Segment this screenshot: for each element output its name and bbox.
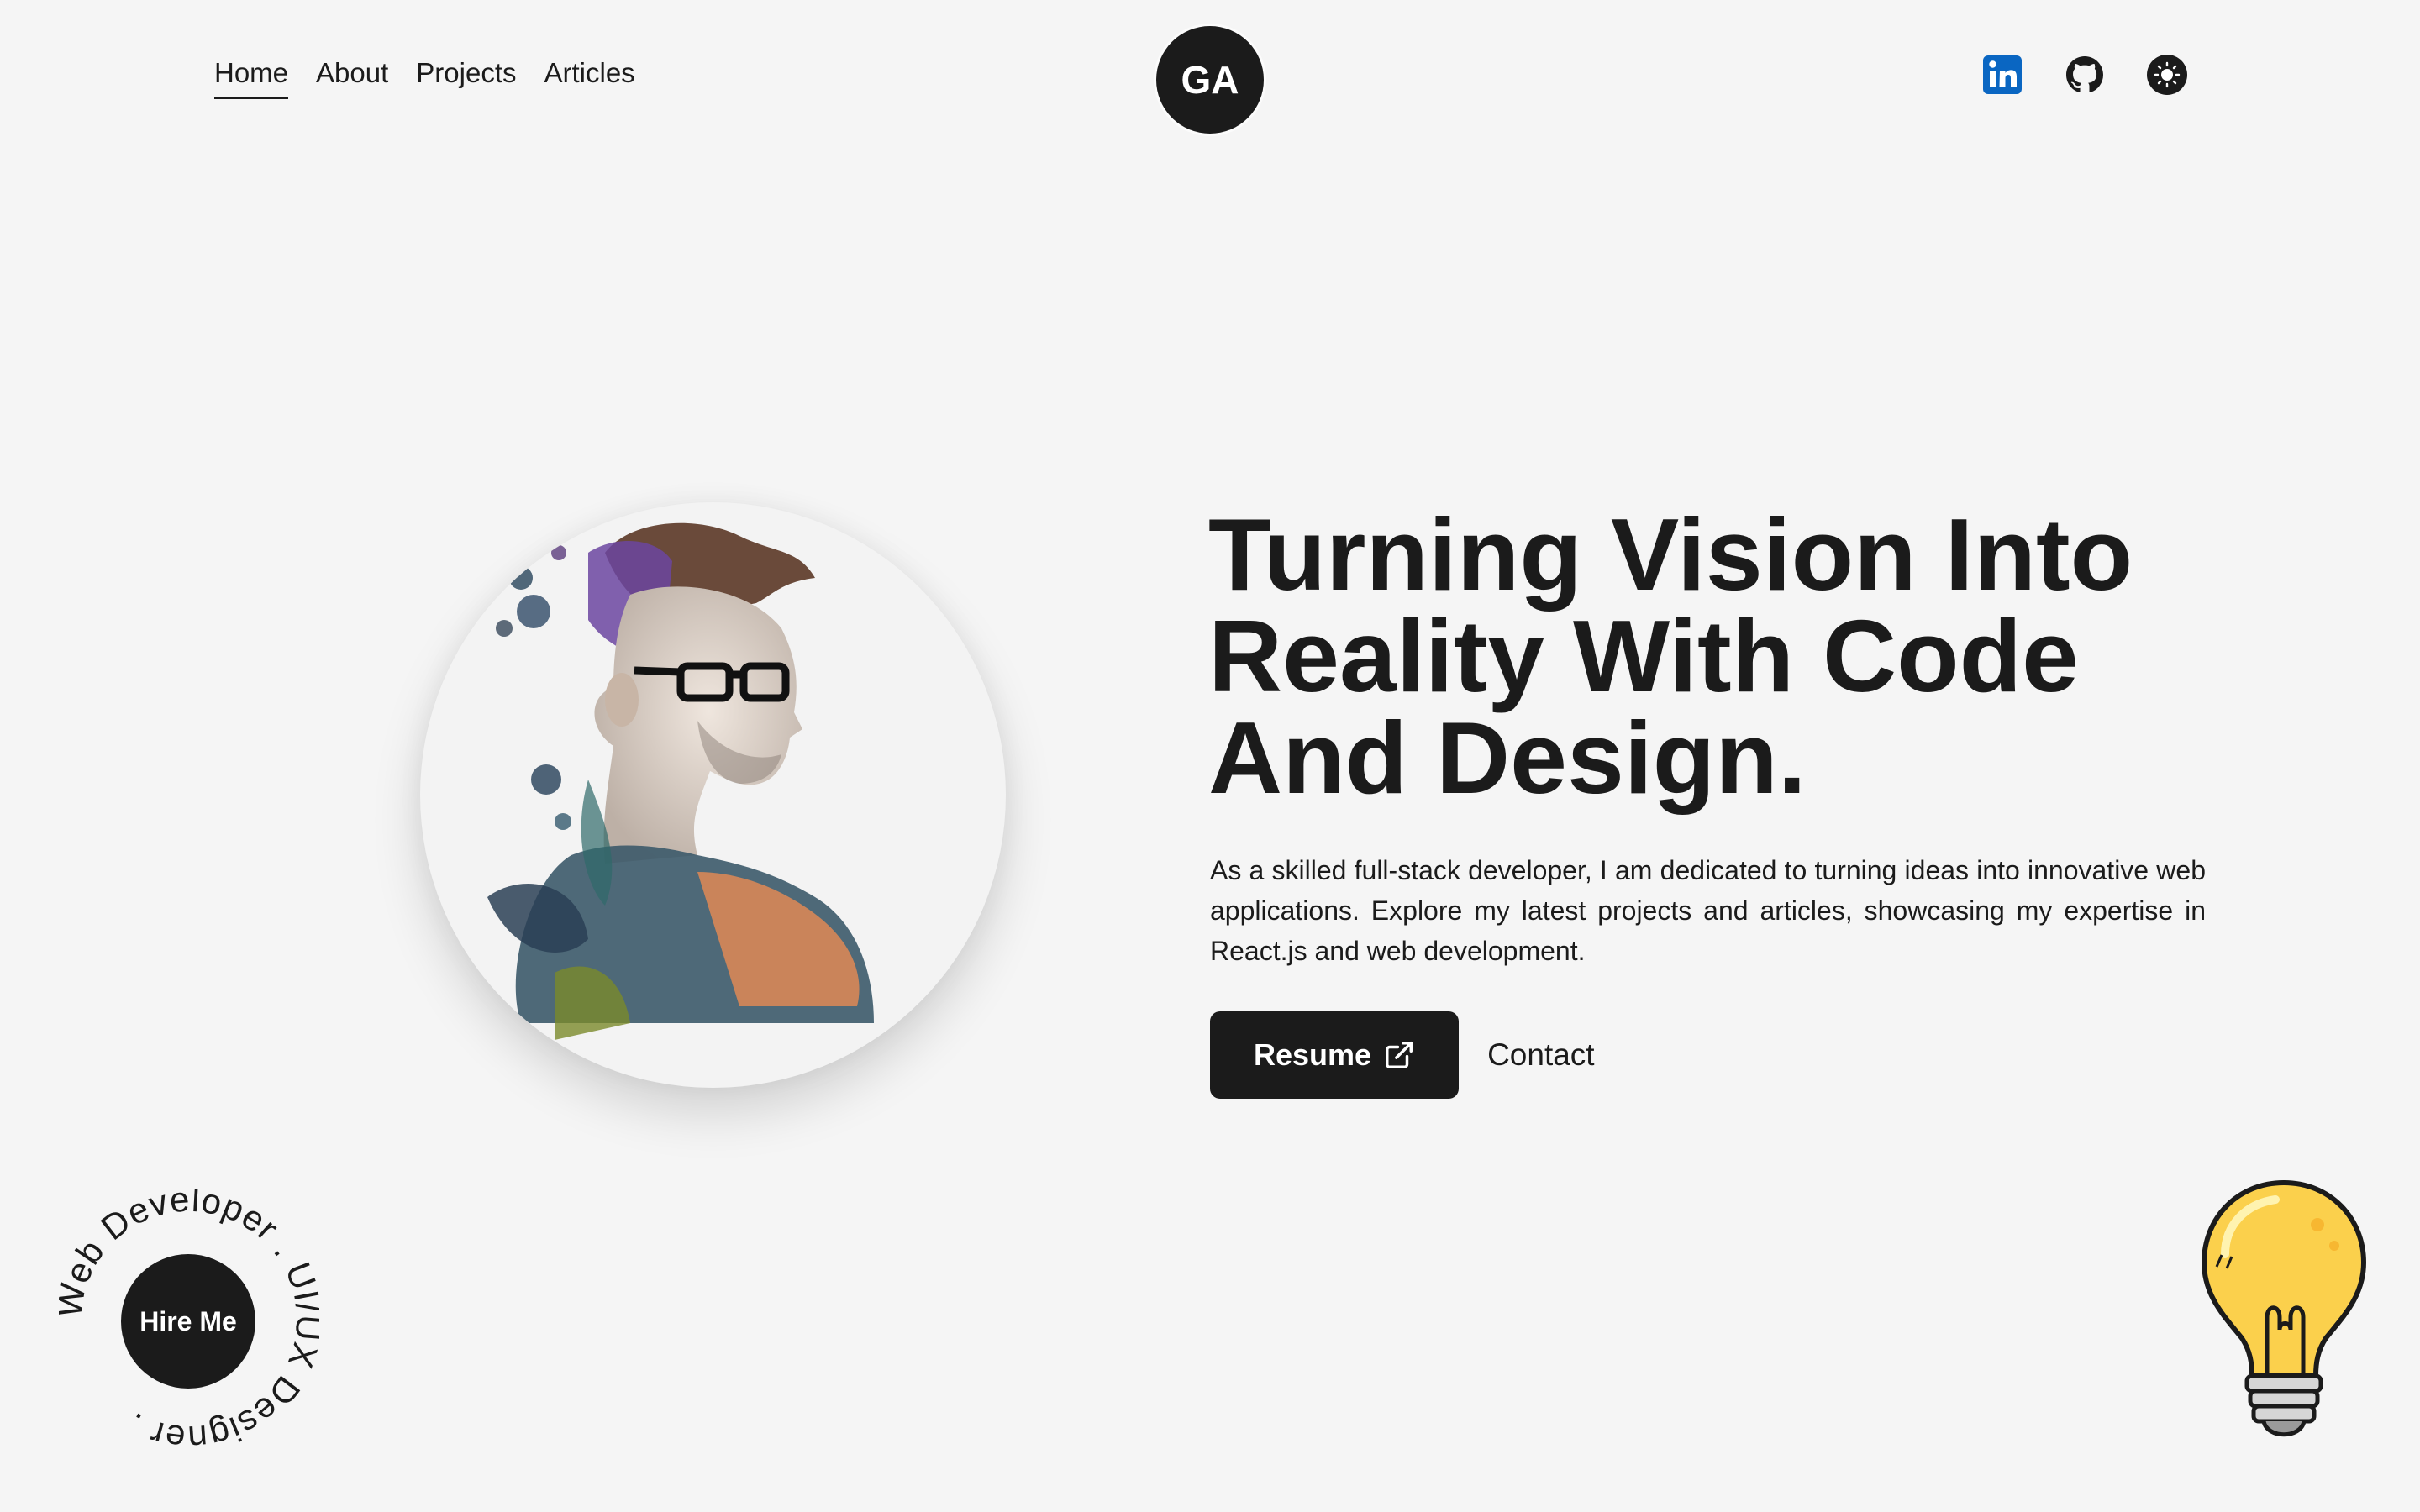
lightbulb-icon [2191, 1174, 2376, 1460]
resume-label: Resume [1254, 1037, 1372, 1072]
hero-actions: Resume Contact [1210, 1011, 1595, 1099]
social-links [1981, 54, 2188, 96]
hero-intro: As a skilled full-stack developer, I am … [1210, 855, 2206, 966]
site-logo[interactable]: GA [1156, 26, 1264, 134]
main-nav: Home About Projects Articles [214, 54, 635, 99]
hire-me-badge: Web Developer . UI/UX Designer . Hire Me [49, 1179, 329, 1459]
resume-button[interactable]: Resume [1210, 1011, 1460, 1099]
profile-portrait [420, 502, 1006, 1088]
nav-projects[interactable]: Projects [416, 54, 516, 92]
theme-toggle-icon[interactable] [2146, 54, 2188, 96]
linkedin-icon[interactable] [1981, 54, 2023, 96]
external-link-icon [1386, 1042, 1413, 1068]
github-icon[interactable] [2064, 54, 2106, 96]
nav-articles[interactable]: Articles [544, 54, 635, 92]
hire-me-button[interactable]: Hire Me [121, 1254, 255, 1389]
contact-link[interactable]: Contact [1487, 1037, 1595, 1073]
nav-about[interactable]: About [316, 54, 388, 92]
hero-headline: Turning Vision Into Reality With Code An… [1208, 497, 2133, 815]
nav-home[interactable]: Home [214, 54, 289, 99]
